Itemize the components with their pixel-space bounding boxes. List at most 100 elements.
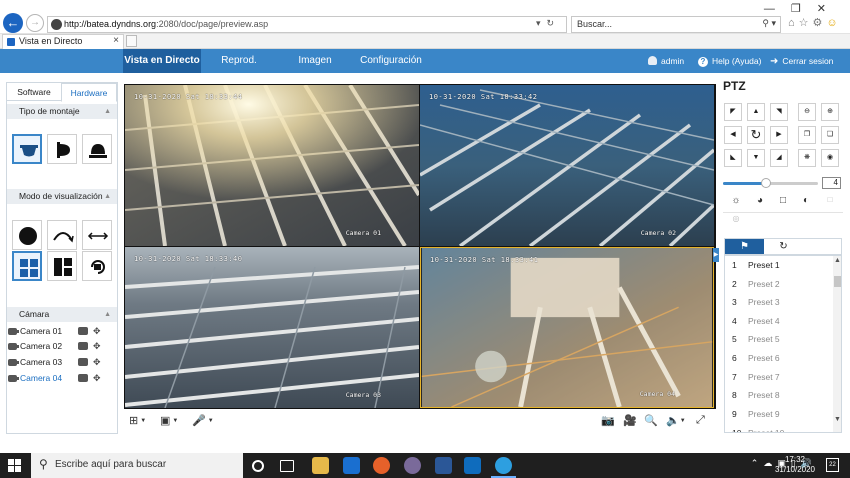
ptz-speed-slider[interactable] [723, 178, 818, 188]
record-icon[interactable] [78, 374, 88, 382]
fullscreen-icon[interactable]: ⤢ [696, 414, 705, 427]
tab-software[interactable]: Software [7, 83, 61, 101]
taskbar-search-input[interactable]: ⚲ Escribe aquí para buscar [31, 453, 243, 478]
ptz-down-right-button[interactable]: ◢ [770, 149, 788, 167]
window-controls[interactable]: —❐✕ [764, 2, 842, 15]
ptz-control-icon[interactable]: ✥ [93, 326, 101, 336]
record-icon[interactable] [78, 342, 88, 350]
home-icon[interactable]: ⌂ [788, 17, 799, 29]
camera-list-item[interactable]: Camera 02 ✥ [7, 339, 117, 354]
preset-item[interactable]: 8 Preset 8 [725, 386, 833, 404]
settings-gear-icon[interactable]: ⚙ [813, 17, 827, 29]
camera-list-item[interactable]: Camera 01 ✥ [7, 324, 117, 339]
camera-header[interactable]: Cámara ▲ [7, 307, 117, 322]
window-layout-icon[interactable]: ⊞ ▼ [129, 414, 146, 427]
tab-hardware[interactable]: Hardware [61, 83, 117, 102]
back-arrow-icon[interactable]: ← [3, 13, 23, 33]
help-link[interactable]: ? Help (Ayuda) [698, 49, 761, 73]
browser-tab[interactable]: Vista en Directo × [2, 34, 124, 49]
view-panorama-180-button[interactable] [47, 220, 77, 250]
microphone-icon[interactable]: 🎤 ▼ [192, 414, 214, 427]
tab-presets[interactable]: ⚑ [725, 239, 764, 254]
preset-item[interactable]: 9 Preset 9 [725, 405, 833, 423]
mount-ceiling-button[interactable] [12, 134, 42, 164]
ptz-up-button[interactable]: ▲ [747, 103, 765, 121]
app-icon[interactable] [404, 457, 421, 474]
preset-item[interactable]: 3 Preset 3 [725, 293, 833, 311]
new-tab-button[interactable] [126, 35, 137, 47]
video-tile-camera-03[interactable]: 10-31-2020 Sat 18:33:40 Camera 03 [125, 247, 419, 408]
digital-zoom-icon[interactable]: 🔍 [644, 414, 658, 427]
firefox-icon[interactable] [373, 457, 390, 474]
tab-patterns[interactable] [803, 239, 842, 254]
ptz-down-left-button[interactable]: ◣ [724, 149, 742, 167]
nav-image[interactable]: Imagen [277, 49, 353, 73]
view-mode-header[interactable]: Modo de visualización ▲ [7, 189, 117, 204]
dropbox-icon[interactable] [343, 457, 360, 474]
scrollbar-thumb[interactable] [834, 276, 841, 287]
camera-list-item[interactable]: Camera 04 ✥ [7, 371, 117, 386]
scroll-up-icon[interactable]: ▲ [833, 257, 841, 264]
ptz-right-button[interactable]: ▶ [770, 126, 788, 144]
3d-positioning-icon[interactable]: □ [819, 195, 841, 211]
word-icon[interactable] [435, 457, 452, 474]
wiper-icon[interactable]: ◕ [749, 195, 771, 211]
light-icon[interactable]: ☼ [725, 195, 747, 211]
ptz-auto-pan-button[interactable]: ↻ [747, 126, 765, 144]
tab-close-icon[interactable]: × [113, 35, 119, 46]
preset-item[interactable]: 1 Preset 1 [725, 256, 833, 274]
video-tile-camera-01[interactable]: 10-31-2020 Sat 18:33:44 Camera 01 [125, 85, 419, 246]
notifications-icon[interactable]: 22 [826, 458, 839, 472]
video-tile-camera-02[interactable]: 10-31-2020 Sat 18:33:42 Camera 02 [420, 85, 714, 246]
ptz-left-button[interactable]: ◀ [724, 126, 742, 144]
mount-type-header[interactable]: Tipo de montaje ▲ [7, 104, 117, 119]
iris-close-icon[interactable]: ◉ [821, 149, 839, 167]
nav-playback[interactable]: Reprod. [201, 49, 277, 73]
browser-search-input[interactable]: Buscar... ⚲ ▾ [571, 16, 781, 33]
auxiliary-focus-icon[interactable]: □ [772, 195, 794, 211]
favorites-star-icon[interactable]: ☆ [799, 17, 813, 29]
view-fisheye-button[interactable] [12, 220, 42, 250]
logout-link[interactable]: ➜ Cerrar sesion [770, 49, 833, 73]
mount-wall-button[interactable] [47, 134, 77, 164]
preset-scrollbar[interactable]: ▲ ▼ [833, 256, 841, 432]
preset-item[interactable]: 10 Preset 10 [725, 424, 833, 432]
url-input[interactable]: http://batea.dyndns.org:2080/doc/page/pr… [47, 16, 567, 33]
cortana-icon[interactable] [252, 460, 264, 472]
search-icon[interactable]: ⚲ ▾ [762, 18, 776, 29]
manual-tracking-icon[interactable]: ◎ [725, 214, 747, 230]
ptz-down-button[interactable]: ▼ [747, 149, 765, 167]
speed-slider-handle[interactable] [760, 178, 771, 188]
preset-item[interactable]: 2 Preset 2 [725, 275, 833, 293]
record-icon[interactable] [78, 358, 88, 366]
record-icon[interactable] [78, 327, 88, 335]
preset-item[interactable]: 4 Preset 4 [725, 312, 833, 330]
user-menu[interactable]: admin [648, 49, 684, 73]
view-quad-button[interactable] [12, 251, 42, 281]
feedback-smiley-icon[interactable]: ☺ [826, 17, 841, 29]
tab-patrols[interactable]: ↻ [764, 239, 803, 254]
zoom-in-icon[interactable]: ⊕ [821, 103, 839, 121]
ptz-control-icon[interactable]: ✥ [93, 373, 101, 383]
preset-item[interactable]: 7 Preset 7 [725, 368, 833, 386]
windows-start-icon[interactable] [8, 459, 21, 472]
ptz-up-right-button[interactable]: ◥ [770, 103, 788, 121]
scroll-down-icon[interactable]: ▼ [833, 416, 841, 423]
focus-near-icon[interactable]: ❐ [798, 126, 816, 144]
nav-live-view[interactable]: Vista en Directo [123, 49, 201, 73]
focus-far-icon[interactable]: ❏ [821, 126, 839, 144]
collapse-panel-icon[interactable]: ▶ [713, 248, 719, 262]
preset-item[interactable]: 6 Preset 6 [725, 349, 833, 367]
nav-configuration[interactable]: Configuración [353, 49, 429, 73]
url-dropdown-refresh-icon[interactable]: ▾↻ [536, 18, 560, 29]
ptz-control-icon[interactable]: ✥ [93, 341, 101, 351]
ptz-up-left-button[interactable]: ◤ [724, 103, 742, 121]
mount-ground-button[interactable] [82, 134, 112, 164]
ptz-control-icon[interactable]: ✥ [93, 357, 101, 367]
taskbar-clock[interactable]: 17:32 31/10/2020 [773, 455, 817, 475]
iris-open-icon[interactable]: ❋ [798, 149, 816, 167]
lens-init-icon[interactable]: ◐ [795, 195, 817, 211]
snapshot-camera-icon[interactable]: 📷 [601, 414, 615, 427]
preset-item[interactable]: 5 Preset 5 [725, 330, 833, 348]
stream-type-icon[interactable]: ▣ ▼ [160, 414, 178, 427]
